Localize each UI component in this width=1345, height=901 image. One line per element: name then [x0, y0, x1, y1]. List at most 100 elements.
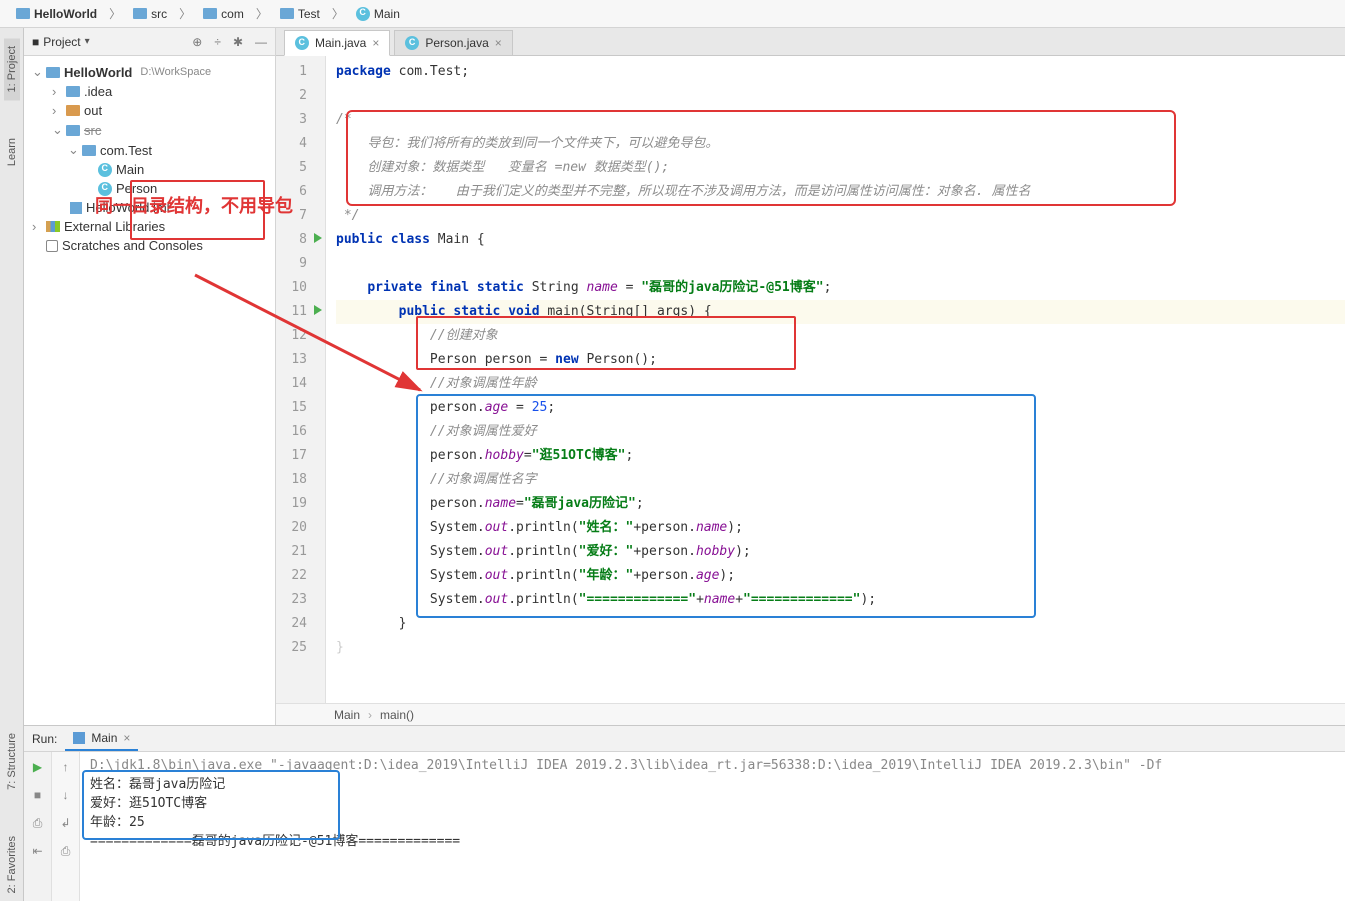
tree-item-main-class[interactable]: Main — [28, 160, 271, 179]
folder-icon — [66, 105, 80, 116]
screenshot-button[interactable]: ⎙ — [29, 814, 47, 832]
tab-favorites[interactable]: 2: Favorites — [4, 828, 20, 901]
line-number: 8 — [276, 228, 325, 252]
tree-root[interactable]: ⌄HelloWorldD:\WorkSpace — [28, 62, 271, 82]
chevron-right-icon: › — [368, 708, 372, 722]
tree-item-person-class[interactable]: Person — [28, 179, 271, 198]
breadcrumb-item[interactable]: Main — [350, 5, 406, 23]
expand-arrow-icon[interactable]: › — [52, 103, 62, 118]
console-line: 年龄：25 — [90, 815, 145, 830]
run-toolbar: ▶ ■ ⎙ ⇤ — [24, 752, 52, 901]
breadcrumb-class[interactable]: Main — [334, 708, 360, 722]
run-gutter-icon[interactable] — [314, 305, 322, 315]
line-number: 10 — [276, 276, 325, 300]
editor-tab-main[interactable]: Main.java× — [284, 30, 390, 56]
line-number: 3 — [276, 108, 325, 132]
expand-arrow-icon[interactable]: › — [32, 219, 42, 234]
breadcrumb-item[interactable]: Test — [274, 5, 326, 23]
rerun-button[interactable]: ▶ — [29, 758, 47, 776]
line-number: 23 — [276, 588, 325, 612]
line-number: 25 — [276, 636, 325, 660]
console-output[interactable]: D:\jdk1.8\bin\java.exe "-javaagent:D:\id… — [80, 752, 1345, 901]
code-area[interactable]: package com.Test; /* 导包：我们将所有的类放到同一个文件夹下… — [326, 56, 1345, 703]
line-number: 9 — [276, 252, 325, 276]
exit-button[interactable]: ⇤ — [29, 842, 47, 860]
console-line: 爱好：逛51OTC博客 — [90, 796, 207, 811]
tab-structure[interactable]: 7: Structure — [4, 725, 20, 798]
code-breadcrumb: Main › main() — [276, 703, 1345, 725]
hide-icon[interactable]: — — [255, 35, 267, 49]
print-icon[interactable]: ⎙ — [57, 842, 75, 860]
run-icon — [73, 732, 85, 744]
line-number: 7 — [276, 204, 325, 228]
console-line: =============磊哥的java历险记-@51博客===========… — [90, 834, 460, 849]
tab-project[interactable]: 1: Project — [4, 38, 20, 100]
class-icon — [295, 36, 309, 50]
locate-icon[interactable]: ⊕ — [192, 35, 202, 49]
chevron-right-icon: 〉 — [109, 5, 121, 22]
tree-item-src[interactable]: ⌄src — [28, 120, 271, 140]
editor-body[interactable]: 1 2 3 4 5 6 7 8 9 10 11 12 13 14 15 16 1 — [276, 56, 1345, 703]
line-number: 21 — [276, 540, 325, 564]
project-icon — [46, 67, 60, 78]
line-number: 2 — [276, 84, 325, 108]
folder-icon — [66, 86, 80, 97]
line-number: 5 — [276, 156, 325, 180]
breadcrumb-item[interactable]: HelloWorld — [10, 5, 103, 23]
left-tool-tabs: 1: Project Learn 7: Structure 2: Favorit… — [0, 28, 24, 901]
editor-tab-person[interactable]: Person.java× — [394, 30, 512, 55]
tree-item-iml[interactable]: HelloWorld.iml — [28, 198, 271, 217]
line-number: 11 — [276, 300, 325, 324]
run-label: Run: — [32, 732, 57, 746]
run-gutter-icon[interactable] — [314, 233, 322, 243]
breadcrumb-bar: HelloWorld 〉 src 〉 com 〉 Test 〉 Main — [0, 0, 1345, 28]
line-number: 17 — [276, 444, 325, 468]
up-icon[interactable]: ↑ — [57, 758, 75, 776]
file-icon — [70, 202, 82, 214]
expand-arrow-icon[interactable]: ⌄ — [32, 64, 42, 80]
expand-arrow-icon[interactable]: › — [52, 84, 62, 99]
close-icon[interactable]: × — [123, 731, 130, 745]
tree-item-ext-libs[interactable]: ›External Libraries — [28, 217, 271, 236]
breadcrumb-method[interactable]: main() — [380, 708, 414, 722]
project-view-selector[interactable]: ■ Project ▾ — [32, 35, 90, 49]
stop-button[interactable]: ■ — [29, 786, 47, 804]
gear-icon[interactable]: ✱ — [233, 35, 243, 49]
close-icon[interactable]: × — [372, 36, 379, 50]
line-number: 18 — [276, 468, 325, 492]
breadcrumb-item[interactable]: src — [127, 5, 173, 23]
line-number: 14 — [276, 372, 325, 396]
folder-icon — [203, 8, 217, 19]
wrap-icon[interactable]: ↲ — [57, 814, 75, 832]
tab-learn[interactable]: Learn — [4, 130, 20, 174]
run-panel-header: Run: Main× — [24, 726, 1345, 752]
folder-icon — [280, 8, 294, 19]
run-side-toolbar: ↑ ↓ ↲ ⎙ — [52, 752, 80, 901]
run-config-tab[interactable]: Main× — [65, 727, 138, 751]
tree-item-idea[interactable]: ›.idea — [28, 82, 271, 101]
expand-arrow-icon[interactable]: ⌄ — [52, 122, 62, 138]
down-icon[interactable]: ↓ — [57, 786, 75, 804]
scratches-icon — [46, 240, 58, 252]
line-number: 16 — [276, 420, 325, 444]
breadcrumb-item[interactable]: com — [197, 5, 250, 23]
library-icon — [46, 221, 60, 232]
line-number: 15 — [276, 396, 325, 420]
line-number: 20 — [276, 516, 325, 540]
console-line: 姓名：磊哥java历险记 — [90, 777, 225, 792]
class-icon — [98, 163, 112, 177]
project-panel: ■ Project ▾ ⊕ ÷ ✱ — ⌄HelloWorldD:\WorkSp… — [24, 28, 276, 725]
project-tree: ⌄HelloWorldD:\WorkSpace ›.idea ›out ⌄src… — [24, 56, 275, 261]
class-icon — [98, 182, 112, 196]
line-number: 1 — [276, 60, 325, 84]
collapse-icon[interactable]: ÷ — [214, 35, 221, 49]
tree-item-out[interactable]: ›out — [28, 101, 271, 120]
console-line: D:\jdk1.8\bin\java.exe "-javaagent:D:\id… — [90, 758, 1162, 773]
tree-item-scratches[interactable]: Scratches and Consoles — [28, 236, 271, 255]
project-panel-header: ■ Project ▾ ⊕ ÷ ✱ — — [24, 28, 275, 56]
editor-area: Main.java× Person.java× 1 2 3 4 5 6 7 8 … — [276, 28, 1345, 725]
tree-item-package[interactable]: ⌄com.Test — [28, 140, 271, 160]
expand-arrow-icon[interactable]: ⌄ — [68, 142, 78, 158]
close-icon[interactable]: × — [495, 36, 502, 50]
editor-tabs: Main.java× Person.java× — [276, 28, 1345, 56]
